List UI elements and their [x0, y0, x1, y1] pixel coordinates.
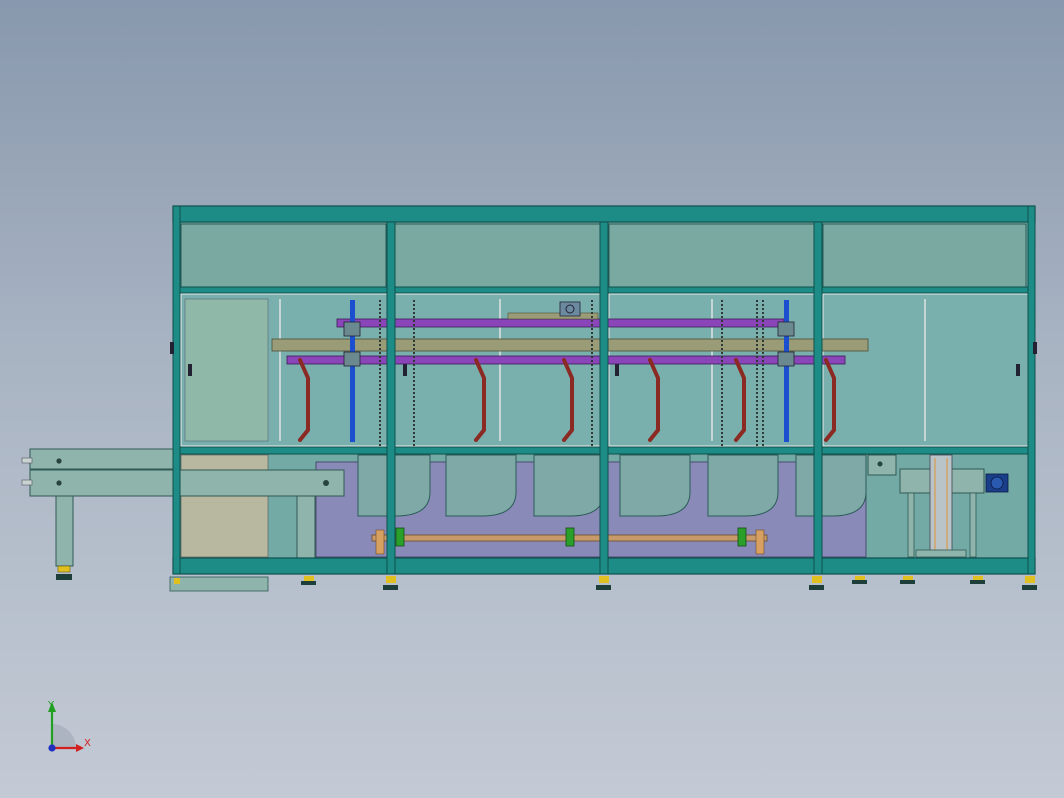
z-axis-origin: [48, 744, 56, 752]
x-axis-arrow: [76, 744, 84, 752]
drive-motor: [985, 473, 1009, 493]
motor-stand: [899, 454, 985, 558]
leveling-feet: [169, 576, 1037, 592]
axis-triad[interactable]: X Y: [47, 700, 91, 752]
y-axis-label: Y: [47, 700, 55, 711]
cad-viewport[interactable]: X Y: [0, 0, 1064, 798]
x-axis-label: X: [84, 738, 91, 749]
infeed-conveyor: [21, 448, 181, 580]
